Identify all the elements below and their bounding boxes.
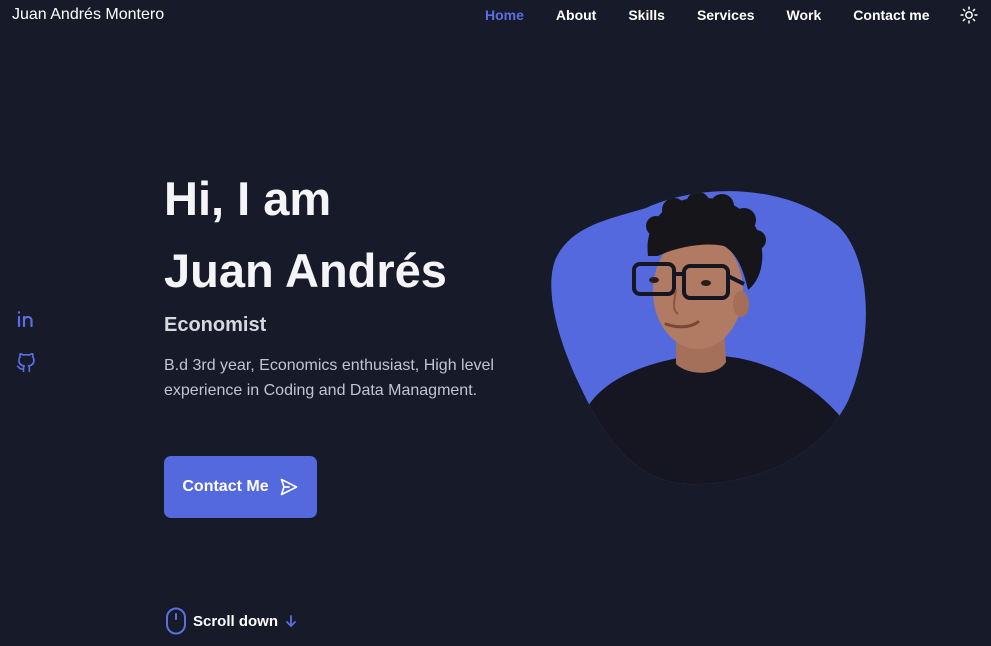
github-icon — [16, 352, 35, 373]
send-icon — [280, 478, 297, 496]
mouse-icon — [166, 607, 186, 635]
site-header: Juan Andrés Montero Home About Skills Se… — [0, 0, 991, 32]
github-link[interactable] — [16, 352, 36, 373]
hero-intro: Hi, I am Juan Andrés Economist B.d 3rd y… — [164, 170, 504, 403]
nav-contact[interactable]: Contact me — [853, 7, 929, 23]
nav-work[interactable]: Work — [787, 7, 822, 23]
social-links — [16, 309, 36, 373]
nav-home[interactable]: Home — [485, 7, 524, 23]
scroll-down-button[interactable]: Scroll down — [165, 607, 298, 635]
hero-role: Economist — [164, 314, 267, 336]
contact-me-button[interactable]: Contact Me — [164, 456, 317, 518]
site-logo[interactable]: Juan Andrés Montero — [12, 6, 164, 24]
hero-description: B.d 3rd year, Economics enthusiast, High… — [164, 357, 494, 399]
contact-me-label: Contact Me — [182, 478, 269, 495]
sun-icon[interactable] — [960, 6, 978, 24]
linkedin-icon — [17, 311, 33, 328]
hero-greeting: Hi, I am — [164, 172, 332, 225]
profile-photo — [548, 186, 870, 486]
nav-about[interactable]: About — [556, 7, 596, 23]
linkedin-link[interactable] — [16, 309, 36, 329]
hero-name: Juan Andrés — [164, 244, 447, 297]
nav-services[interactable]: Services — [697, 7, 755, 23]
profile-blob — [551, 191, 866, 485]
scroll-down-label: Scroll down — [193, 612, 279, 630]
arrow-down-icon — [286, 615, 296, 627]
main-nav: Home About Skills Services Work Contact … — [485, 7, 948, 23]
nav-skills[interactable]: Skills — [628, 7, 665, 23]
